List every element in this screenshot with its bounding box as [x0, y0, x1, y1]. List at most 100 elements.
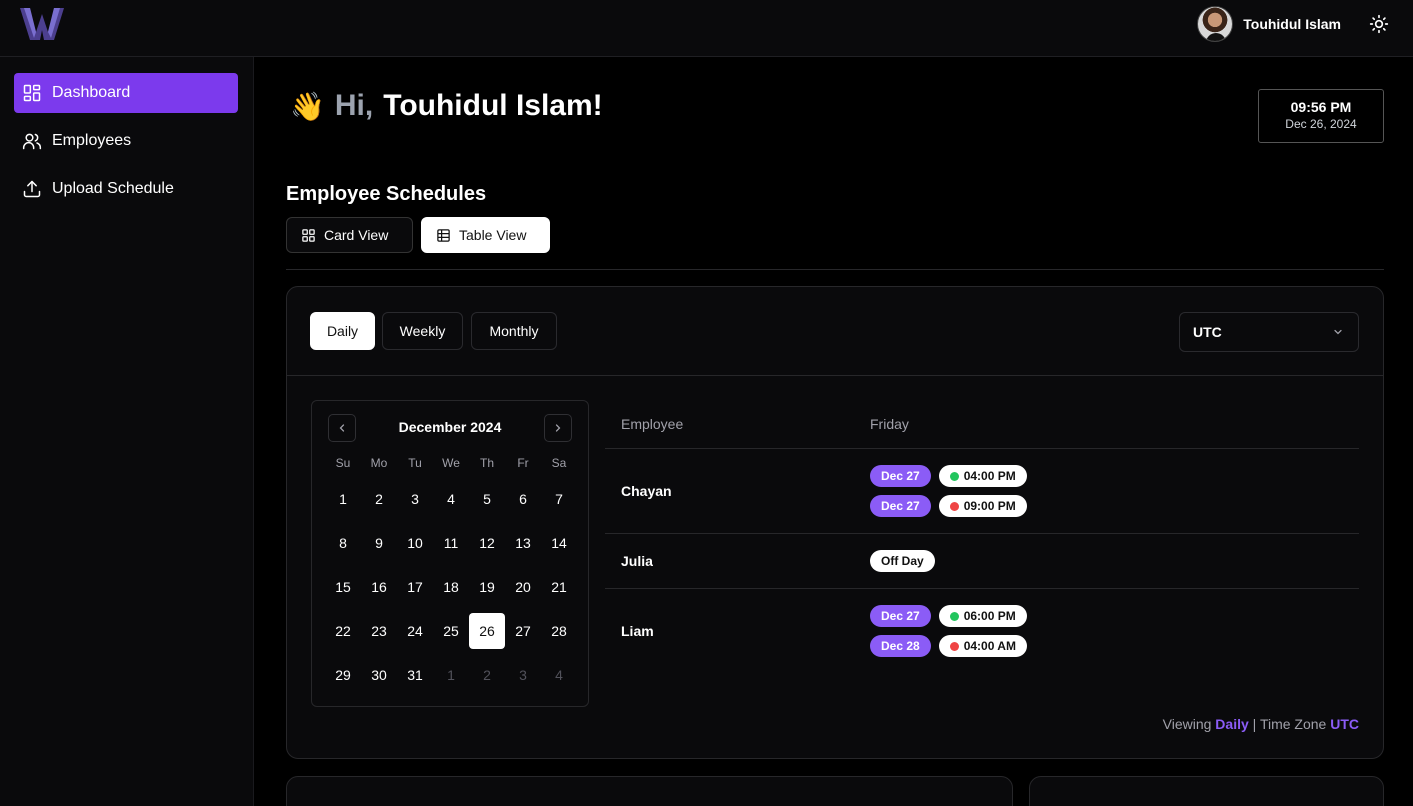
next-month-button[interactable] [544, 414, 572, 442]
calendar-day[interactable]: 4 [433, 477, 469, 521]
sidebar-item-upload-schedule[interactable]: Upload Schedule [14, 169, 238, 209]
calendar-day[interactable]: 21 [541, 565, 577, 609]
dashboard-icon [23, 84, 41, 102]
calendar-day[interactable]: 2 [469, 653, 505, 697]
calendar-day-number: 24 [407, 623, 423, 639]
shift-time-badge: 04:00 AM [938, 635, 1027, 657]
user-menu[interactable]: Touhidul Islam [1197, 6, 1341, 42]
calendar-day-number: 16 [371, 579, 387, 595]
calendar-day-number: 25 [443, 623, 459, 639]
shift-entry: Dec 27 09:00 PM [870, 495, 1027, 517]
calendar-day-number: 21 [551, 579, 567, 595]
period-daily-button[interactable]: Daily [310, 312, 375, 350]
calendar-day[interactable]: 15 [325, 565, 361, 609]
clock-widget: 09:56 PM Dec 26, 2024 [1258, 89, 1384, 143]
shift-time-badge: 09:00 PM [938, 495, 1027, 517]
calendar-day[interactable]: 12 [469, 521, 505, 565]
calendar-day[interactable]: 1 [325, 477, 361, 521]
calendar-day[interactable]: 6 [505, 477, 541, 521]
calendar-day[interactable]: 2 [361, 477, 397, 521]
sidebar: Dashboard Employees Upload Schedule [0, 57, 254, 806]
employee-name: Liam [621, 623, 654, 639]
schedule-table: Employee Friday Chayan Dec 27 04:00 PM D… [605, 400, 1359, 674]
upload-icon [23, 180, 41, 198]
calendar-day-number: 15 [335, 579, 351, 595]
calendar-day-number: 4 [447, 491, 455, 507]
view-summary: Viewing Daily | Time Zone UTC [1163, 716, 1359, 732]
calendar-day-number: 20 [515, 579, 531, 595]
calendar-day[interactable]: 3 [397, 477, 433, 521]
weekday-label: Fr [517, 456, 529, 470]
calendar-day-number: 2 [483, 667, 491, 683]
calendar-day[interactable]: 7 [541, 477, 577, 521]
calendar-day[interactable]: 29 [325, 653, 361, 697]
calendar-day[interactable]: 22 [325, 609, 361, 653]
card-view-button[interactable]: Card View [286, 217, 413, 253]
period-weekly-button[interactable]: Weekly [382, 312, 463, 350]
calendar-day[interactable]: 24 [397, 609, 433, 653]
period-monthly-button[interactable]: Monthly [471, 312, 557, 350]
greeting-name: Touhidul Islam! [383, 89, 603, 122]
schedule-panel: Daily Weekly Monthly UTC December 2024 S… [286, 286, 1384, 759]
calendar-day[interactable]: 9 [361, 521, 397, 565]
calendar-day-number: 7 [555, 491, 563, 507]
sidebar-item-employees[interactable]: Employees [14, 121, 238, 161]
calendar-day[interactable]: 17 [397, 565, 433, 609]
calendar-day[interactable]: 14 [541, 521, 577, 565]
calendar-day[interactable]: 31 [397, 653, 433, 697]
employee-name: Chayan [621, 483, 672, 499]
chevron-down-icon [1334, 329, 1342, 335]
clock-date: Dec 26, 2024 [1285, 117, 1357, 131]
calendar-day-number: 18 [443, 579, 459, 595]
shift-date-badge: Dec 27 [870, 605, 931, 627]
users-icon [22, 133, 42, 150]
calendar-day[interactable]: 25 [433, 609, 469, 653]
calendar-day[interactable]: 27 [505, 609, 541, 653]
calendar-day[interactable]: 19 [469, 565, 505, 609]
calendar-day[interactable]: 8 [325, 521, 361, 565]
shift-date-badge: Dec 27 [870, 495, 931, 517]
calendar-day[interactable]: 20 [505, 565, 541, 609]
calendar-day[interactable]: 1 [433, 653, 469, 697]
calendar-day[interactable]: 16 [361, 565, 397, 609]
calendar-day-number: 17 [407, 579, 423, 595]
calendar-day[interactable]: 13 [505, 521, 541, 565]
viewing-value: Daily [1215, 716, 1249, 732]
calendar-day[interactable]: 10 [397, 521, 433, 565]
section-title: Employee Schedules [286, 183, 487, 205]
calendar-day-number: 19 [479, 579, 495, 595]
sun-icon[interactable] [1369, 14, 1389, 34]
calendar-week-row: 1 2 3 4 5 6 7 [325, 477, 577, 521]
shift-entry: Dec 28 04:00 AM [870, 635, 1027, 657]
weekday-label: Mo [370, 456, 388, 470]
calendar-week-row: 8 9 10 11 12 13 14 [325, 521, 577, 565]
table-view-button[interactable]: Table View [421, 217, 550, 253]
calendar-day[interactable]: 18 [433, 565, 469, 609]
calendar-day[interactable]: 28 [541, 609, 577, 653]
calendar-day[interactable]: 23 [361, 609, 397, 653]
calendar-day-number: 27 [515, 623, 531, 639]
logo-icon[interactable] [18, 6, 66, 42]
calendar-day-number: 12 [479, 535, 495, 551]
end-status-dot [949, 501, 959, 511]
timezone-select[interactable]: UTC [1179, 312, 1359, 352]
greeting-hi: Hi, [334, 89, 374, 122]
calendar-day[interactable]: 30 [361, 653, 397, 697]
timezone-value: UTC [1193, 324, 1222, 340]
bottom-card-left [286, 776, 1013, 806]
shift-date-badge: Dec 28 [870, 635, 931, 657]
calendar-day[interactable]: 3 [505, 653, 541, 697]
shift-list: Dec 27 04:00 PM Dec 27 09:00 PM [870, 465, 1027, 525]
sidebar-item-dashboard[interactable]: Dashboard [14, 73, 238, 113]
weekday-label: Th [479, 456, 494, 470]
calendar-day[interactable]: 11 [433, 521, 469, 565]
calendar-day-number: 11 [443, 535, 459, 551]
shift-time: 04:00 AM [963, 639, 1016, 653]
calendar-day-number: 10 [407, 535, 423, 551]
avatar[interactable] [1197, 6, 1234, 42]
calendar-day[interactable]: 26 [469, 609, 505, 653]
table-view-label: Table View [459, 227, 527, 243]
calendar-day[interactable]: 5 [469, 477, 505, 521]
calendar-day[interactable]: 4 [541, 653, 577, 697]
sidebar-item-label: Dashboard [52, 84, 131, 101]
